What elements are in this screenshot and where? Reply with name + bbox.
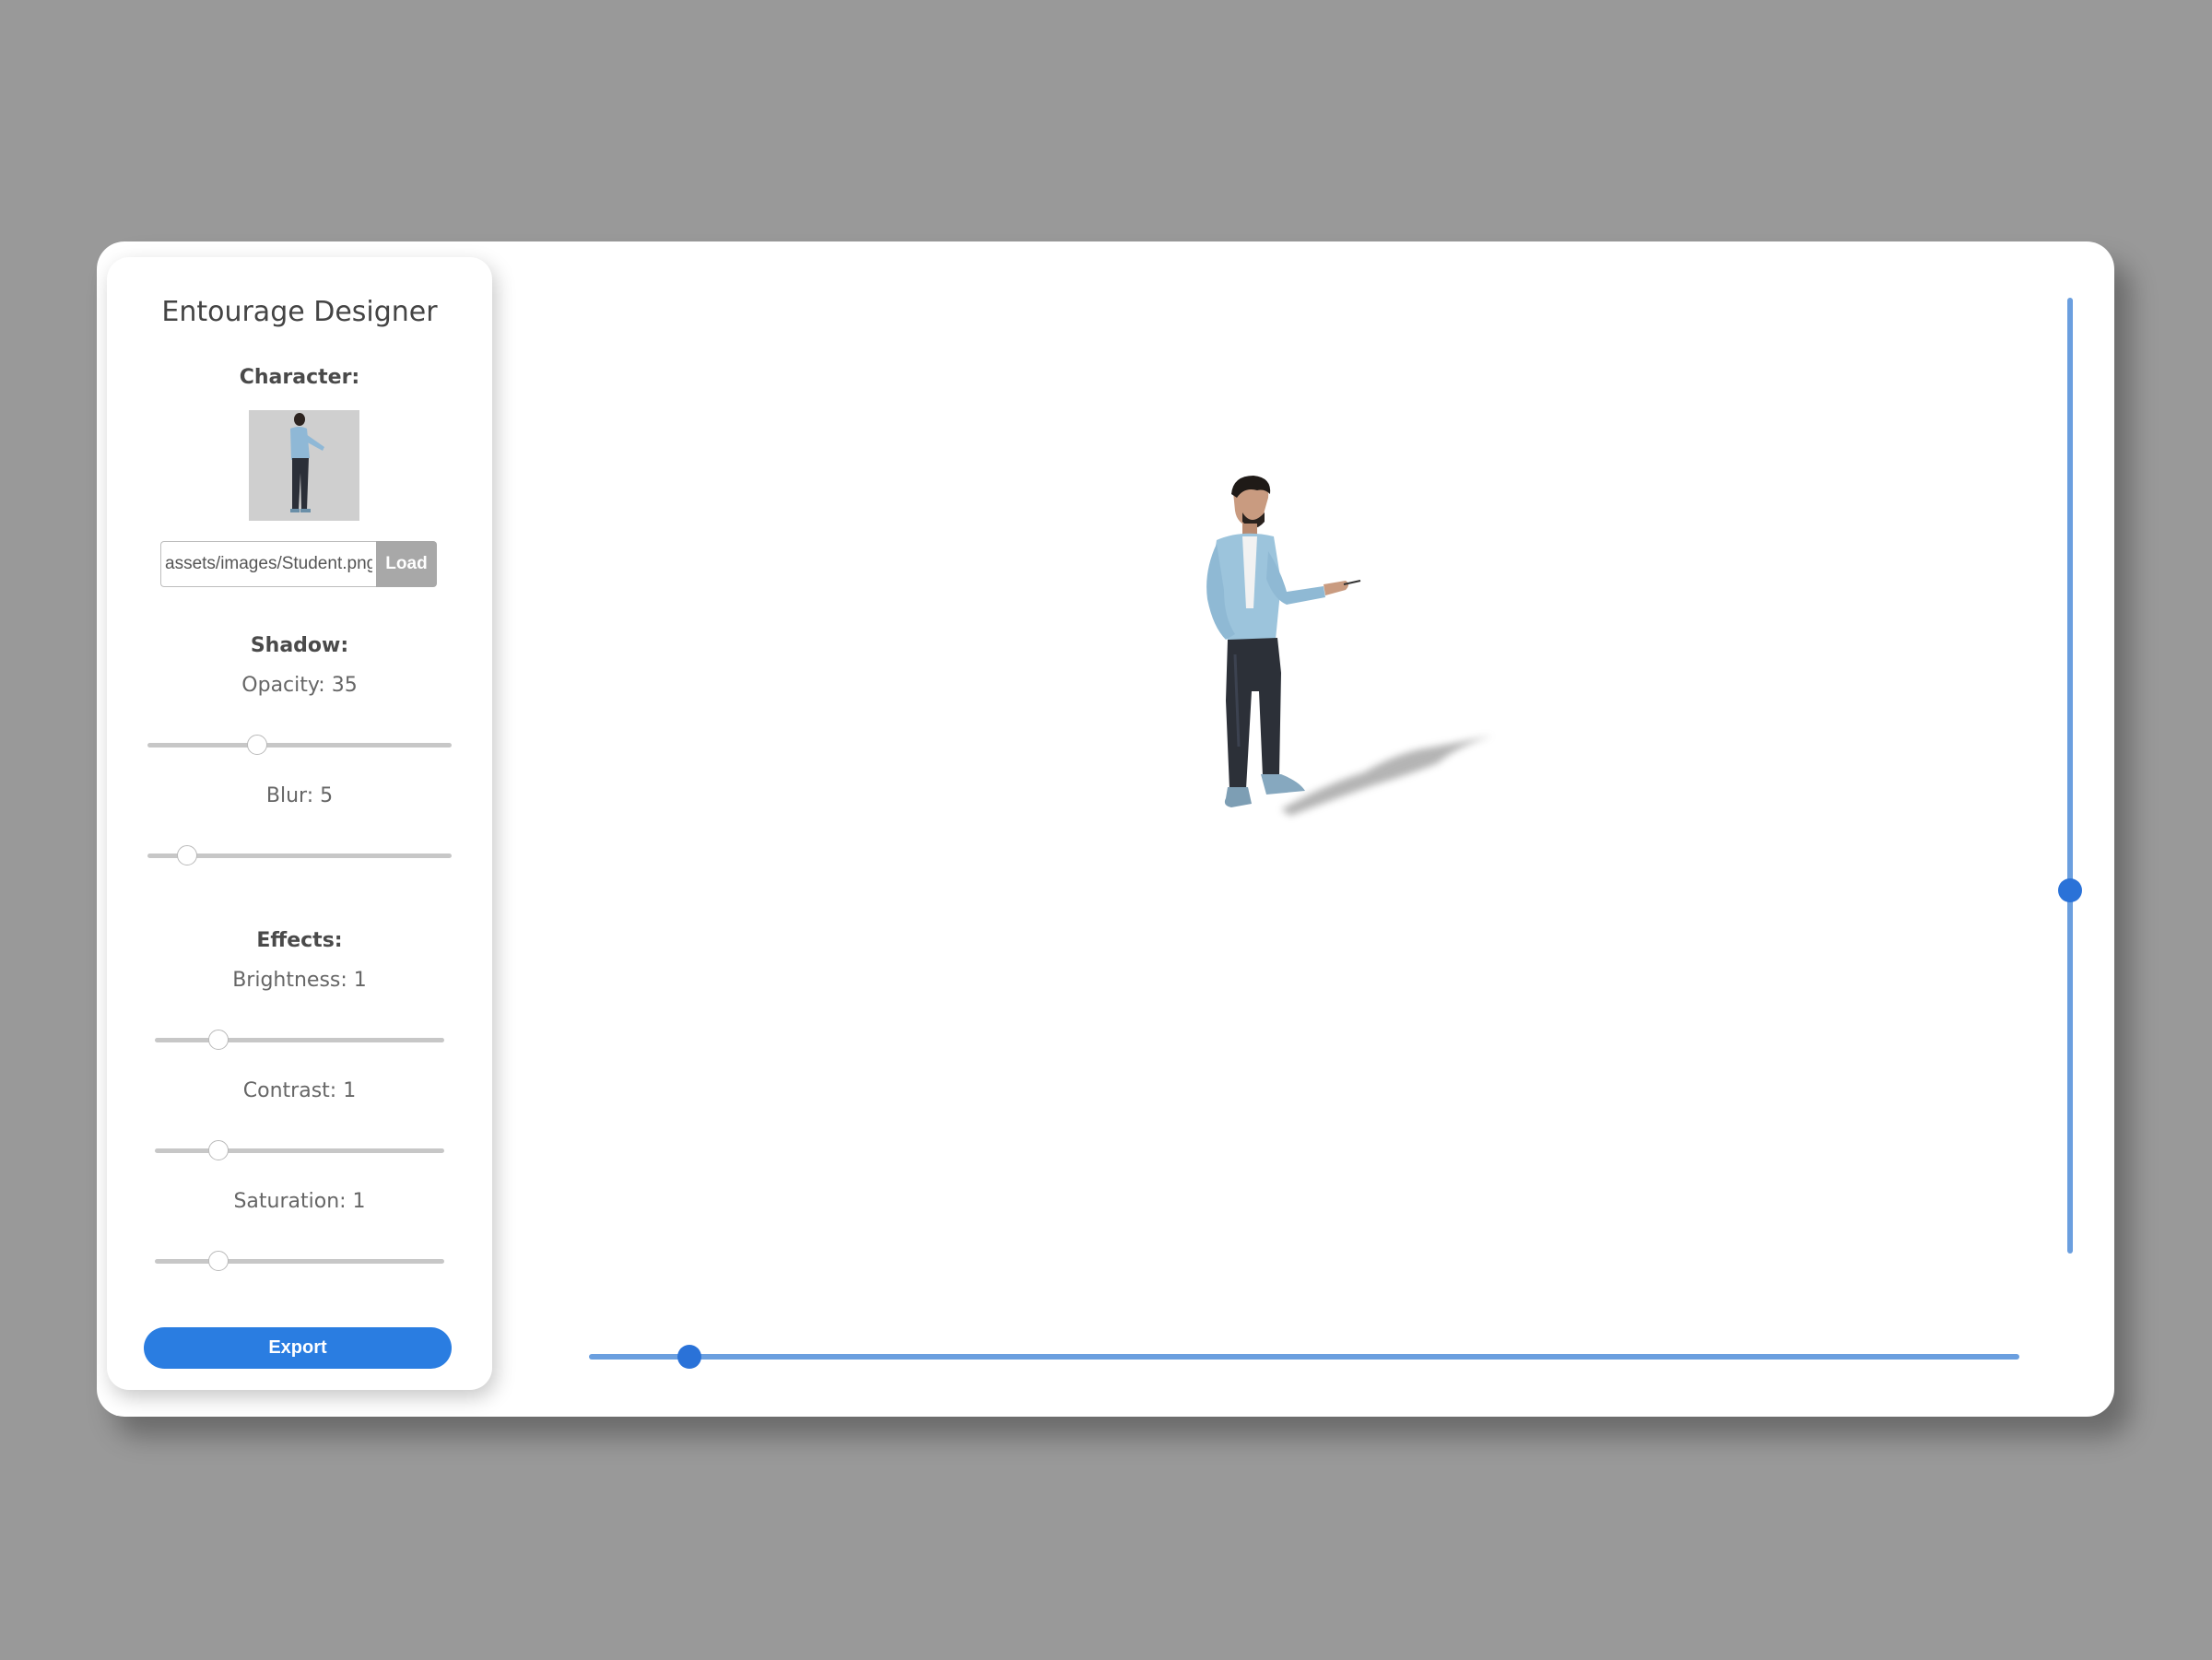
opacity-slider-knob[interactable] [246, 735, 267, 755]
brightness-label: Brightness: 1 [232, 969, 367, 992]
control-panel: Entourage Designer Character: Load Shado… [107, 257, 492, 1390]
vertical-slider-track [2067, 298, 2073, 1254]
horizontal-slider-track [589, 1354, 2019, 1360]
opacity-slider-track [147, 743, 452, 748]
blur-label: Blur: 5 [265, 784, 334, 807]
character-thumbnail[interactable] [249, 410, 359, 521]
image-path-input[interactable] [160, 541, 376, 587]
brightness-slider[interactable] [155, 1030, 444, 1050]
contrast-slider[interactable] [155, 1140, 444, 1160]
load-button[interactable]: Load [376, 541, 437, 587]
brightness-slider-knob[interactable] [208, 1030, 229, 1050]
opacity-label: Opacity: 35 [241, 674, 358, 697]
contrast-label: Contrast: 1 [242, 1079, 357, 1102]
shadow-label: Shadow: [250, 634, 349, 657]
export-button[interactable]: Export [144, 1327, 452, 1369]
character-preview[interactable] [1143, 470, 1512, 830]
saturation-slider-knob[interactable] [208, 1251, 229, 1271]
vertical-position-slider[interactable] [2058, 298, 2082, 1254]
person-standing-icon [290, 413, 324, 512]
saturation-label: Saturation: 1 [233, 1190, 366, 1213]
opacity-slider[interactable] [147, 735, 452, 755]
horizontal-slider-knob[interactable] [677, 1345, 701, 1369]
vertical-slider-knob[interactable] [2058, 877, 2082, 902]
blur-slider[interactable] [147, 845, 452, 865]
blur-slider-knob[interactable] [176, 845, 197, 865]
saturation-slider[interactable] [155, 1251, 444, 1271]
panel-title: Entourage Designer [161, 296, 438, 328]
effects-label: Effects: [256, 929, 343, 952]
contrast-slider-knob[interactable] [208, 1140, 229, 1160]
path-row: Load [160, 541, 437, 587]
person-standing-figure-icon [1206, 476, 1493, 816]
saturation-slider-track [155, 1259, 444, 1264]
contrast-slider-track [155, 1148, 444, 1153]
horizontal-position-slider[interactable] [589, 1345, 2019, 1369]
brightness-slider-track [155, 1038, 444, 1042]
character-label: Character: [239, 366, 360, 389]
